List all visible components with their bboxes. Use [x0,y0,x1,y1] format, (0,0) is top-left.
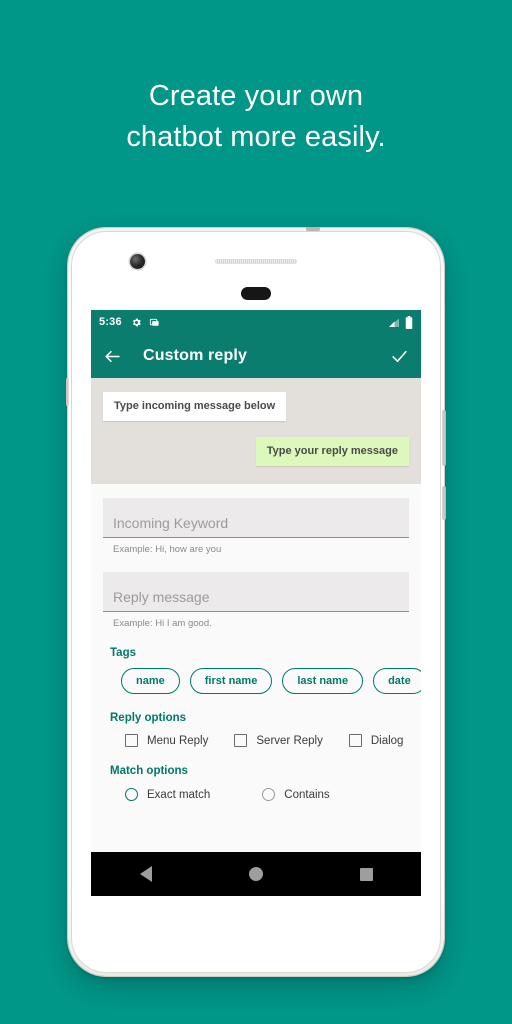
checkbox-box-icon[interactable] [348,734,362,747]
page-title: Custom reply [143,347,248,364]
reply-message-helper: Example: Hi I am good. [113,618,212,629]
match-options-section-title: Match options [110,765,188,777]
promo-headline: Create your own chatbot more easily. [126,80,386,153]
phone-left-rail [66,378,69,406]
signal-icon [389,318,399,327]
nav-home-icon[interactable] [248,867,263,881]
incoming-keyword-helper: Example: Hi, how are you [113,544,222,555]
check-icon[interactable] [390,347,409,366]
checkbox-label-menu-reply: Menu Reply [147,734,209,747]
checkbox-box-icon[interactable] [234,734,248,747]
nav-recents-icon[interactable] [359,867,373,881]
phone-screen: 5:36 Custom reply Type incoming message … [91,310,421,896]
radio-contains[interactable]: Contains [262,788,330,801]
battery-icon [405,315,413,329]
incoming-message-bubble: Type incoming message below [103,392,287,421]
radio-label-contains: Contains [284,788,330,801]
checkbox-menu-reply[interactable]: Menu Reply [125,734,208,747]
volume-button[interactable] [442,410,446,466]
status-right-icons [388,315,413,329]
screenshot-icon [149,318,159,326]
radio-circle-icon[interactable] [125,788,138,801]
chat-row-outgoing: Type your reply message [103,437,409,466]
checkbox-dialog[interactable]: Dialog [348,734,404,747]
promo-banner: Create your own chatbot more easily. 5:3… [0,0,512,1024]
tag-chip-name[interactable]: name [121,668,180,694]
outgoing-message-bubble: Type your reply message [255,437,409,466]
reply-message-group: Reply message Example: Hi I am good. [103,572,409,629]
earpiece-speaker-icon [215,259,297,264]
gear-icon [132,318,141,326]
status-left-icons [131,317,160,328]
power-button[interactable] [442,486,446,520]
radio-circle-icon[interactable] [262,788,276,801]
incoming-keyword-placeholder: Incoming Keyword [113,515,229,531]
reply-options-row: Menu Reply Server Reply Dialog [103,734,409,747]
tag-chip-last-name[interactable]: last name [282,668,364,694]
tags-section-title: Tags [110,647,136,659]
arrow-left-icon[interactable] [103,347,122,366]
chat-preview: Type incoming message below Type your re… [91,378,421,484]
checkbox-server-reply[interactable]: Server Reply [234,734,323,747]
checkbox-label-dialog: Dialog [370,734,404,747]
phone-mockup: 5:36 Custom reply Type incoming message … [66,227,446,976]
radio-label-exact-match: Exact match [147,788,211,801]
tag-chip-first-name[interactable]: first name [189,668,273,694]
reply-message-input[interactable]: Reply message [103,572,409,612]
checkbox-box-icon[interactable] [125,734,138,747]
nav-back-icon[interactable] [139,866,152,882]
incoming-keyword-input[interactable]: Incoming Keyword [103,498,409,538]
form-area: Incoming Keyword Example: Hi, how are yo… [91,484,421,801]
app-bar: Custom reply [91,334,421,378]
reply-message-placeholder: Reply message [113,589,210,605]
checkbox-label-server-reply: Server Reply [256,734,323,747]
match-options-row: Exact match Contains [103,788,409,801]
incoming-keyword-group: Incoming Keyword Example: Hi, how are yo… [103,498,409,555]
chat-row-incoming: Type incoming message below [103,392,409,421]
reply-options-section-title: Reply options [110,712,187,724]
antenna-strip [306,227,320,231]
tag-chip-date[interactable]: date [373,668,421,694]
status-bar: 5:36 [91,310,421,334]
front-camera-icon [130,254,145,269]
android-nav-bar [91,852,421,896]
tags-row: name first name last name date [103,668,421,694]
radio-exact-match[interactable]: Exact match [125,788,210,801]
sensor-pill-icon [241,287,271,300]
status-time: 5:36 [99,316,122,328]
